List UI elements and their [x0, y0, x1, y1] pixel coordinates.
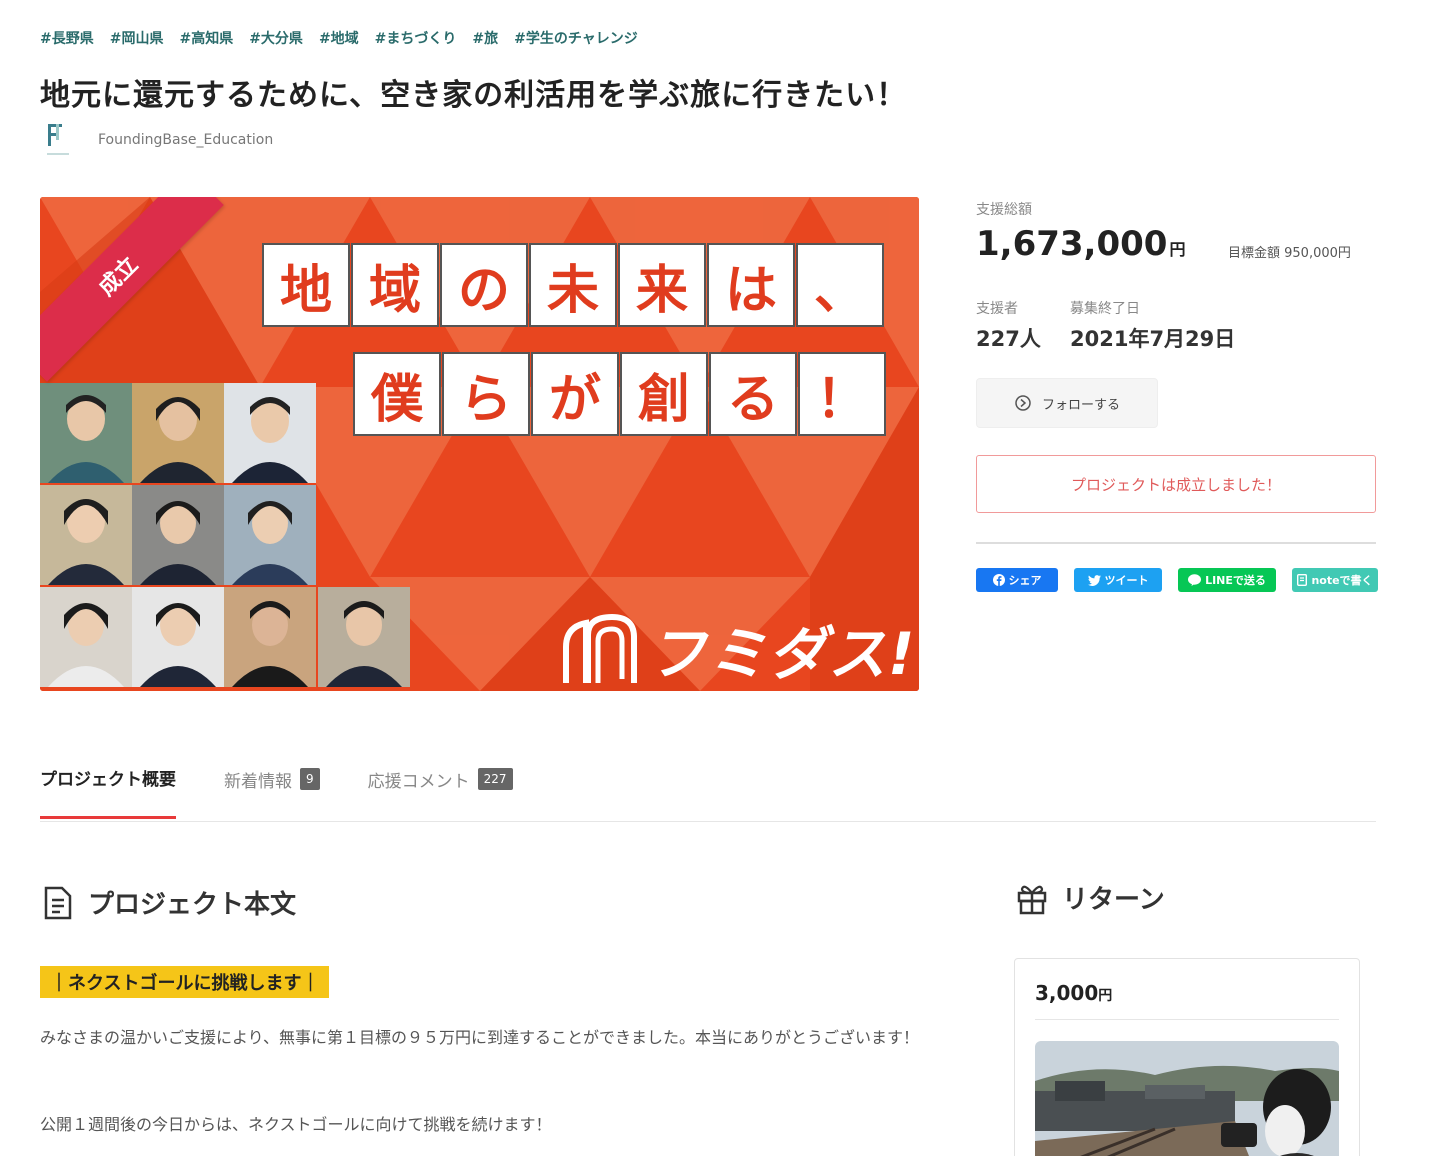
amount-label: 支援総額	[976, 202, 1032, 218]
headline-char: 僕	[353, 352, 441, 436]
line-share-label: LINEで送る	[1205, 574, 1266, 587]
tabs-divider	[40, 821, 1376, 822]
student-photo	[40, 485, 132, 585]
reward-price-value: 3,000	[1035, 981, 1099, 1005]
follow-button[interactable]: フォローする	[976, 378, 1158, 428]
headline-char: 、	[796, 243, 884, 327]
headline-char: ら	[442, 352, 530, 436]
tag-link[interactable]: #学生のチャレンジ	[514, 28, 638, 48]
facebook-icon	[992, 574, 1005, 586]
student-photo	[132, 485, 224, 585]
facebook-share-button[interactable]: シェア	[976, 568, 1058, 592]
returns-heading: リターン	[1016, 879, 1165, 916]
headline-char: 地	[262, 243, 350, 327]
headline-char: が	[531, 352, 619, 436]
headline-char: の	[440, 243, 528, 327]
end-date-value: 2021年7月29日	[1070, 327, 1236, 351]
line-icon	[1188, 574, 1202, 586]
tab-news[interactable]: 新着情報 9	[224, 765, 320, 819]
student-photo	[132, 587, 224, 687]
tab-label: 新着情報	[224, 771, 292, 792]
student-photo	[224, 383, 316, 483]
reward-card[interactable]: 3,000円	[1014, 958, 1360, 1156]
supporters-label: 支援者	[976, 301, 1018, 317]
student-photo	[318, 587, 410, 687]
student-photo	[224, 485, 316, 585]
line-share-button[interactable]: LINEで送る	[1178, 568, 1276, 592]
project-tabs: プロジェクト概要 新着情報 9 応援コメント 227	[40, 765, 513, 819]
body-paragraph: 公開１週間後の今日からは、ネクストゴールに向けて挑戦を続けます！	[40, 1115, 552, 1134]
headline-char: 創	[620, 352, 708, 436]
tag-link[interactable]: #岡山県	[110, 28, 164, 48]
note-share-button[interactable]: noteで書く	[1292, 568, 1378, 592]
note-icon	[1297, 574, 1308, 586]
hero-headline-line-1: 地 域 の 未 来 は 、	[262, 243, 885, 327]
project-success-notice: プロジェクトは成立しました！	[976, 455, 1376, 513]
hero-headline-line-2: 僕 ら が 創 る ！	[353, 352, 887, 436]
document-icon	[44, 886, 72, 919]
total-amount-unit: 円	[1169, 240, 1186, 259]
reward-price: 3,000円	[1035, 981, 1112, 1005]
reward-image	[1035, 1041, 1339, 1156]
student-photo	[40, 587, 132, 687]
project-body-heading: プロジェクト本文	[42, 884, 296, 921]
comment-count-badge: 227	[477, 768, 513, 790]
tag-list: #長野県 #岡山県 #高知県 #大分県 #地域 #まちづくり #旅 #学生のチャ…	[40, 28, 638, 48]
twitter-icon	[1087, 574, 1101, 586]
reward-divider	[1035, 1019, 1339, 1020]
note-share-label: noteで書く	[1311, 574, 1373, 587]
goal-amount: 目標金額 950,000円	[1228, 246, 1351, 261]
project-owner[interactable]: FoundingBase_Education	[40, 120, 273, 160]
tab-label: 応援コメント	[367, 771, 470, 792]
headline-char: ！	[798, 352, 886, 436]
project-body-heading-text: プロジェクト本文	[88, 890, 297, 920]
news-count-badge: 9	[300, 768, 320, 790]
student-photo	[224, 587, 316, 687]
owner-logo-icon	[40, 120, 76, 160]
twitter-share-label: ツイート	[1104, 574, 1149, 587]
next-goal-highlight: ｜ネクストゴールに挑戦します｜	[40, 966, 330, 998]
tag-link[interactable]: #大分県	[249, 28, 303, 48]
follow-button-label: フォローする	[1041, 397, 1120, 413]
owner-name[interactable]: FoundingBase_Education	[98, 132, 273, 148]
gift-icon	[1017, 885, 1047, 914]
supporters-count: 227人	[976, 327, 1041, 351]
returns-heading-text: リターン	[1062, 885, 1165, 915]
tag-link[interactable]: #地域	[319, 28, 359, 48]
divider	[976, 542, 1376, 544]
tab-comments[interactable]: 応援コメント 227	[368, 765, 513, 819]
project-title: 地元に還元するために、空き家の利活用を学ぶ旅に行きたい！	[40, 78, 908, 113]
project-hero-image: 地 域 の 未 来 は 、 僕 ら が 創 る ！ フミダス! 成立	[40, 197, 919, 691]
tag-link[interactable]: #まちづくり	[375, 28, 457, 48]
facebook-share-label: シェア	[1008, 574, 1042, 587]
headline-char: 来	[618, 243, 706, 327]
student-photo	[132, 383, 224, 483]
tag-link[interactable]: #長野県	[40, 28, 94, 48]
total-amount: 1,673,000 円	[976, 224, 1185, 264]
headline-char: 未	[529, 243, 617, 327]
follow-icon	[1015, 395, 1031, 411]
brand-text: フミダス!	[648, 620, 917, 688]
body-paragraph: みなさまの温かいご支援により、無事に第１目標の９５万円に到達することができました…	[40, 1028, 920, 1047]
headline-char: は	[707, 243, 795, 327]
share-buttons: シェア ツイート LINEで送る noteで書く	[976, 568, 1378, 592]
door-icon	[563, 613, 637, 683]
fumidasu-brand-logo: フミダス!	[558, 607, 916, 691]
reward-price-unit: 円	[1098, 988, 1113, 1004]
headline-char: る	[709, 352, 797, 436]
headline-char: 域	[351, 243, 439, 327]
tab-overview[interactable]: プロジェクト概要	[40, 765, 176, 819]
tab-label: プロジェクト概要	[40, 770, 176, 790]
tag-link[interactable]: #旅	[472, 28, 498, 48]
tag-link[interactable]: #高知県	[179, 28, 233, 48]
total-amount-value: 1,673,000	[976, 224, 1168, 264]
student-photo	[40, 383, 132, 483]
twitter-share-button[interactable]: ツイート	[1074, 568, 1162, 592]
end-date-label: 募集終了日	[1070, 301, 1140, 317]
